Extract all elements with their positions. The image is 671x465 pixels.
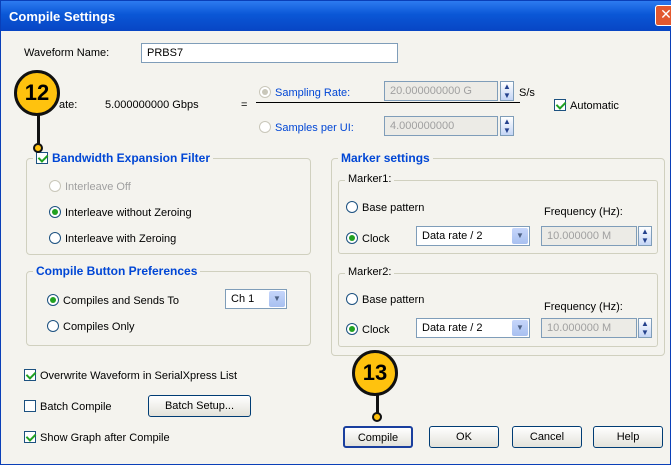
marker2-title: Marker2:: [345, 266, 395, 278]
bandwidth-filter-label: Bandwidth Expansion Filter: [52, 151, 211, 165]
marker1-frequency-input[interactable]: 10.000000 M: [541, 226, 637, 246]
chevron-down-icon: ▼: [269, 291, 285, 307]
marker2-group: Marker2: Base pattern Frequency (Hz): Cl…: [338, 266, 658, 347]
samples-per-ui-spinner[interactable]: ▲ ▼: [500, 116, 514, 136]
ok-button[interactable]: OK: [429, 426, 499, 448]
batch-compile-label: Batch Compile: [40, 401, 112, 413]
fraction-line: [256, 102, 520, 103]
compile-button[interactable]: Compile: [343, 426, 413, 448]
overwrite-waveform-checkbox[interactable]: Overwrite Waveform in SerialXpress List: [24, 369, 237, 382]
samples-per-ui-radio[interactable]: [259, 121, 271, 133]
sampling-rate-option[interactable]: Sampling Rate:: [259, 86, 350, 99]
help-button[interactable]: Help: [593, 426, 663, 448]
marker1-rate-select-value: Data rate / 2: [422, 230, 483, 242]
marker2-clock-label: Clock: [362, 324, 390, 336]
compiles-and-sends-label: Compiles and Sends To: [63, 295, 179, 307]
equals-sign: =: [241, 99, 248, 111]
channel-select[interactable]: Ch 1 ▼: [225, 289, 287, 309]
sampling-rate-radio[interactable]: [259, 86, 271, 98]
interleave-with-zeroing-radio[interactable]: [49, 232, 61, 244]
compiles-only-radio[interactable]: [47, 320, 59, 332]
sampling-rate-spinner[interactable]: ▲ ▼: [500, 81, 514, 101]
marker2-rate-select[interactable]: Data rate / 2 ▼: [416, 318, 530, 338]
sampling-rate-input[interactable]: 20.000000000 G: [384, 81, 498, 101]
bandwidth-filter-checkbox[interactable]: [36, 152, 48, 164]
marker-settings-title: Marker settings: [338, 151, 433, 165]
waveform-name-label: Waveform Name:: [24, 47, 110, 59]
waveform-name-input[interactable]: PRBS7: [141, 43, 398, 63]
marker1-base-pattern-radio[interactable]: [346, 201, 358, 213]
batch-compile-checkbox[interactable]: Batch Compile: [24, 400, 112, 413]
interleave-with-zeroing-label: Interleave with Zeroing: [65, 233, 177, 245]
marker1-frequency-spinner[interactable]: ▲ ▼: [638, 226, 652, 246]
show-graph-label: Show Graph after Compile: [40, 432, 170, 444]
compiles-and-sends-radio[interactable]: [47, 294, 59, 306]
show-graph-check-icon: [24, 431, 36, 443]
marker2-clock-option[interactable]: Clock: [346, 323, 390, 336]
interleave-off-option[interactable]: Interleave Off: [49, 180, 131, 193]
chevron-down-icon: ▼: [512, 228, 528, 244]
automatic-checkbox[interactable]: Automatic: [554, 99, 619, 112]
compiles-and-sends-option[interactable]: Compiles and Sends To: [47, 294, 179, 307]
callout-13: 13: [352, 350, 398, 396]
samples-per-ui-input[interactable]: 4.000000000: [384, 116, 498, 136]
samples-per-ui-option[interactable]: Samples per UI:: [259, 121, 354, 134]
data-rate-value: 5.000000000 Gbps: [105, 99, 199, 111]
interleave-without-zeroing-label: Interleave without Zeroing: [65, 207, 192, 219]
samples-per-ui-label: Samples per UI:: [275, 122, 354, 134]
marker1-clock-option[interactable]: Clock: [346, 232, 390, 245]
marker1-clock-radio[interactable]: [346, 232, 358, 244]
window-title: Compile Settings: [9, 9, 116, 24]
compile-preferences-group: Compile Button Preferences Compiles and …: [26, 264, 311, 346]
marker1-group: Marker1: Base pattern Frequency (Hz): Cl…: [338, 173, 658, 254]
interleave-without-zeroing-option[interactable]: Interleave without Zeroing: [49, 206, 192, 219]
marker2-base-pattern-label: Base pattern: [362, 294, 425, 306]
close-icon[interactable]: ✕: [655, 5, 671, 26]
interleave-off-label: Interleave Off: [65, 181, 131, 193]
marker1-frequency-label: Frequency (Hz):: [544, 206, 623, 218]
marker1-title: Marker1:: [345, 173, 395, 185]
sampling-rate-unit: S/s: [519, 87, 535, 99]
automatic-check-icon: [554, 99, 566, 111]
marker2-rate-select-value: Data rate / 2: [422, 322, 483, 334]
overwrite-label: Overwrite Waveform in SerialXpress List: [40, 370, 238, 382]
marker2-frequency-label: Frequency (Hz):: [544, 301, 623, 313]
interleave-off-radio[interactable]: [49, 180, 61, 192]
cancel-button[interactable]: Cancel: [512, 426, 582, 448]
marker1-clock-label: Clock: [362, 233, 390, 245]
compiles-only-label: Compiles Only: [63, 321, 135, 333]
bandwidth-filter-group: Bandwidth Expansion Filter Interleave Of…: [26, 151, 311, 255]
compile-settings-dialog: Compile Settings ✕ Waveform Name: PRBS7 …: [0, 0, 671, 465]
batch-setup-button[interactable]: Batch Setup...: [148, 395, 251, 417]
marker1-base-pattern-label: Base pattern: [362, 202, 425, 214]
title-bar: Compile Settings: [1, 1, 671, 31]
marker2-clock-radio[interactable]: [346, 323, 358, 335]
bandwidth-filter-title[interactable]: Bandwidth Expansion Filter: [33, 151, 214, 165]
marker2-frequency-spinner[interactable]: ▲ ▼: [638, 318, 652, 338]
interleave-with-zeroing-option[interactable]: Interleave with Zeroing: [49, 232, 176, 245]
compiles-only-option[interactable]: Compiles Only: [47, 320, 135, 333]
automatic-label: Automatic: [570, 100, 619, 112]
marker2-base-pattern-option[interactable]: Base pattern: [346, 293, 424, 306]
marker1-rate-select[interactable]: Data rate / 2 ▼: [416, 226, 530, 246]
callout-13-dot: [372, 412, 382, 422]
interleave-without-zeroing-radio[interactable]: [49, 206, 61, 218]
chevron-down-icon: ▼: [512, 320, 528, 336]
marker2-frequency-input[interactable]: 10.000000 M: [541, 318, 637, 338]
marker1-base-pattern-option[interactable]: Base pattern: [346, 201, 424, 214]
channel-select-value: Ch 1: [231, 293, 255, 305]
show-graph-checkbox[interactable]: Show Graph after Compile: [24, 431, 170, 444]
callout-12: 12: [14, 70, 60, 116]
data-rate-label: ate:: [59, 99, 78, 111]
batch-compile-check-icon: [24, 400, 36, 412]
callout-12-dot: [33, 143, 43, 153]
compile-preferences-title: Compile Button Preferences: [33, 264, 201, 278]
sampling-rate-label: Sampling Rate:: [275, 87, 351, 99]
overwrite-check-icon: [24, 369, 36, 381]
marker2-base-pattern-radio[interactable]: [346, 293, 358, 305]
marker-settings-group: Marker settings Marker1: Base pattern Fr…: [331, 151, 665, 356]
